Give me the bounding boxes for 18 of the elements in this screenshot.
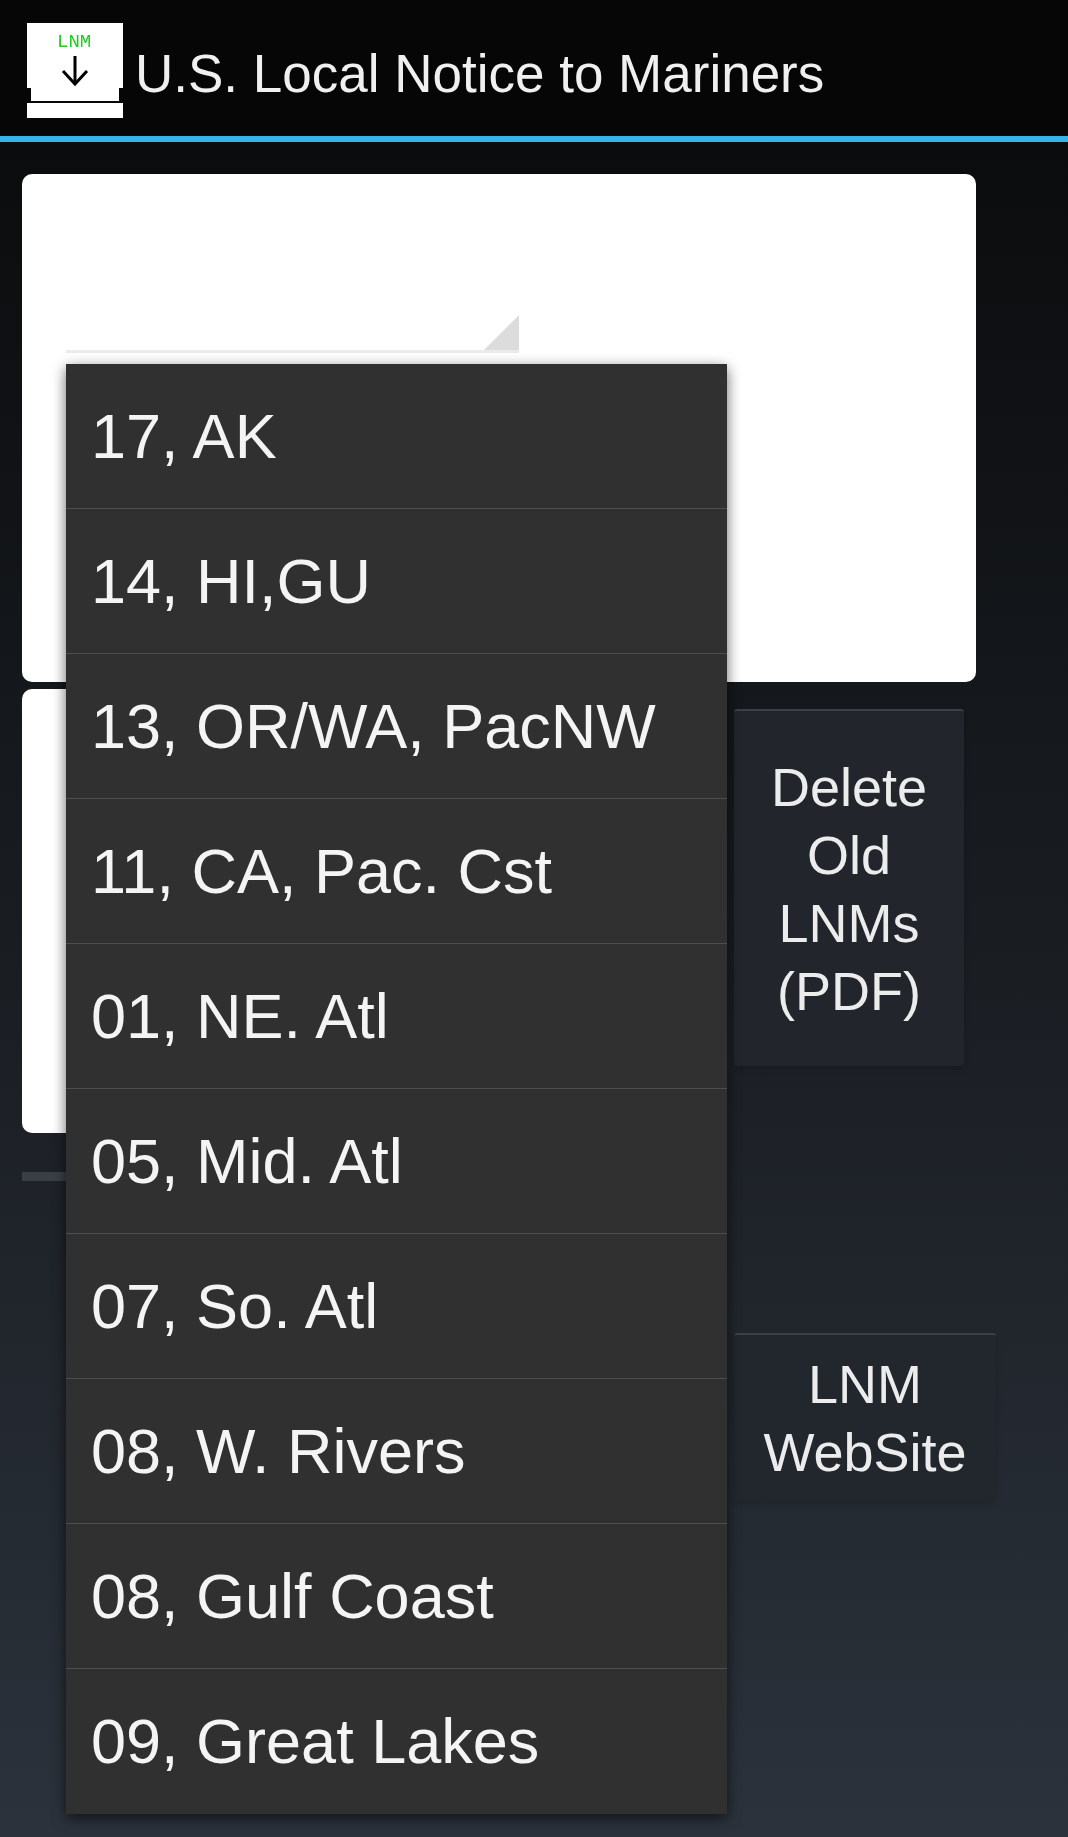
dropdown-option[interactable]: 05, Mid. Atl [66,1089,727,1234]
dropdown-option[interactable]: 07, So. Atl [66,1234,727,1379]
dropdown-option[interactable]: 08, Gulf Coast [66,1524,727,1669]
dropdown-option[interactable]: 09, Great Lakes [66,1669,727,1814]
corner-triangle-icon [484,315,519,350]
delete-button[interactable]: Delete Old LNMs (PDF) [734,709,964,1066]
dropdown-option[interactable]: 14, HI,GU [66,509,727,654]
website-button[interactable]: LNM WebSite [734,1333,996,1500]
dropdown-option[interactable]: 11, CA, Pac. Cst [66,799,727,944]
dropdown-option[interactable]: 01, NE. Atl [66,944,727,1089]
dropdown-option[interactable]: 13, OR/WA, PacNW [66,654,727,799]
download-tray-icon [27,22,123,118]
dropdown-option[interactable]: 08, W. Rivers [66,1379,727,1524]
dropdown-option[interactable]: 17, AK [66,364,727,509]
spinner-field[interactable] [66,315,519,353]
logo-text: LNM [57,30,92,53]
progress-bar-track [22,1172,66,1181]
app-title: U.S. Local Notice to Mariners [135,43,825,105]
